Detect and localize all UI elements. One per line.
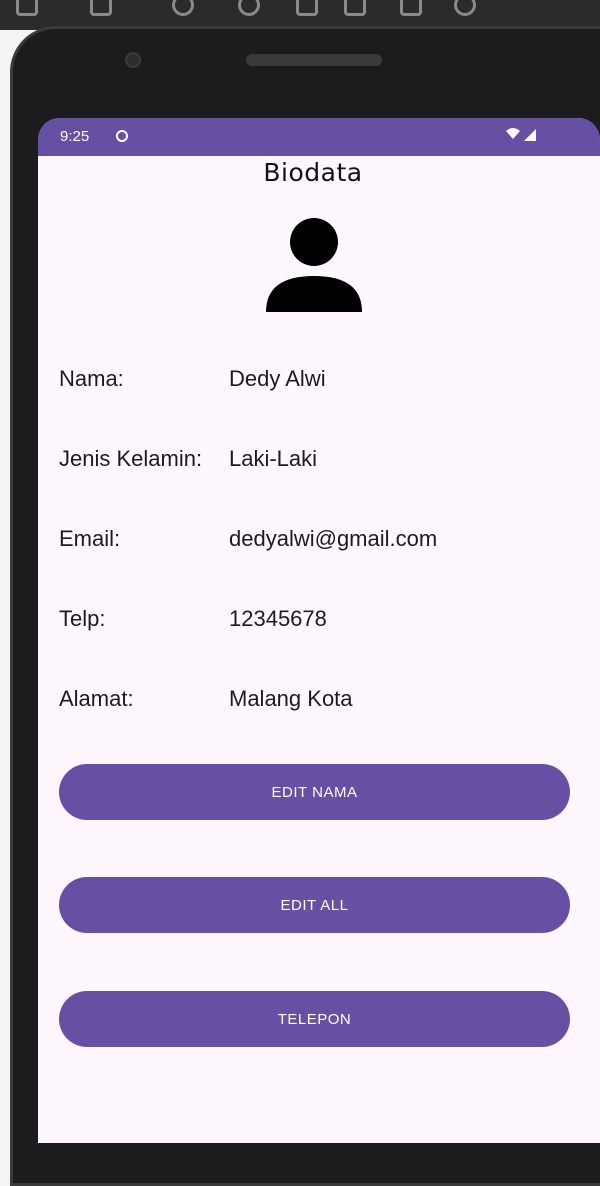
home-icon[interactable] — [296, 0, 318, 16]
notification-icon — [116, 130, 128, 142]
field-label: Alamat: — [59, 686, 134, 711]
person-icon — [266, 218, 362, 312]
power-icon[interactable] — [16, 0, 38, 16]
zoom-icon[interactable] — [454, 0, 476, 16]
field-value: Dedy Alwi — [229, 366, 326, 391]
field-label: Jenis Kelamin: — [59, 446, 203, 471]
field-value: Laki-Laki — [229, 446, 318, 471]
more-icon[interactable] — [520, 0, 542, 16]
page-title: Biodata — [263, 158, 363, 187]
field-value: dedyalwi@gmail.com — [229, 526, 438, 551]
edit-all-button[interactable]: EDIT ALL — [59, 877, 570, 933]
volume-icon[interactable] — [90, 0, 112, 16]
earpiece-speaker — [246, 54, 382, 66]
edit-nama-button[interactable]: EDIT NAMA — [59, 764, 570, 820]
field-value: 12345678 — [229, 606, 327, 631]
back-icon[interactable] — [238, 0, 260, 16]
video-icon[interactable] — [400, 0, 422, 16]
field-value: Malang Kota — [229, 686, 353, 711]
camera-icon[interactable] — [344, 0, 366, 16]
status-time: 9:25 — [60, 128, 90, 145]
field-label: Telp: — [59, 606, 106, 631]
wifi-signal-icon — [506, 128, 536, 141]
app-screen: 9:25 Biodata Nama: Dedy Alwi Jenis Kelam… — [38, 118, 600, 1143]
front-camera-icon — [125, 52, 141, 68]
rotate-icon[interactable] — [172, 0, 194, 16]
status-bar: 9:25 — [38, 118, 600, 156]
field-label: Nama: — [59, 366, 124, 391]
field-label: Email: — [59, 526, 121, 551]
telepon-button[interactable]: TELEPON — [59, 991, 570, 1047]
